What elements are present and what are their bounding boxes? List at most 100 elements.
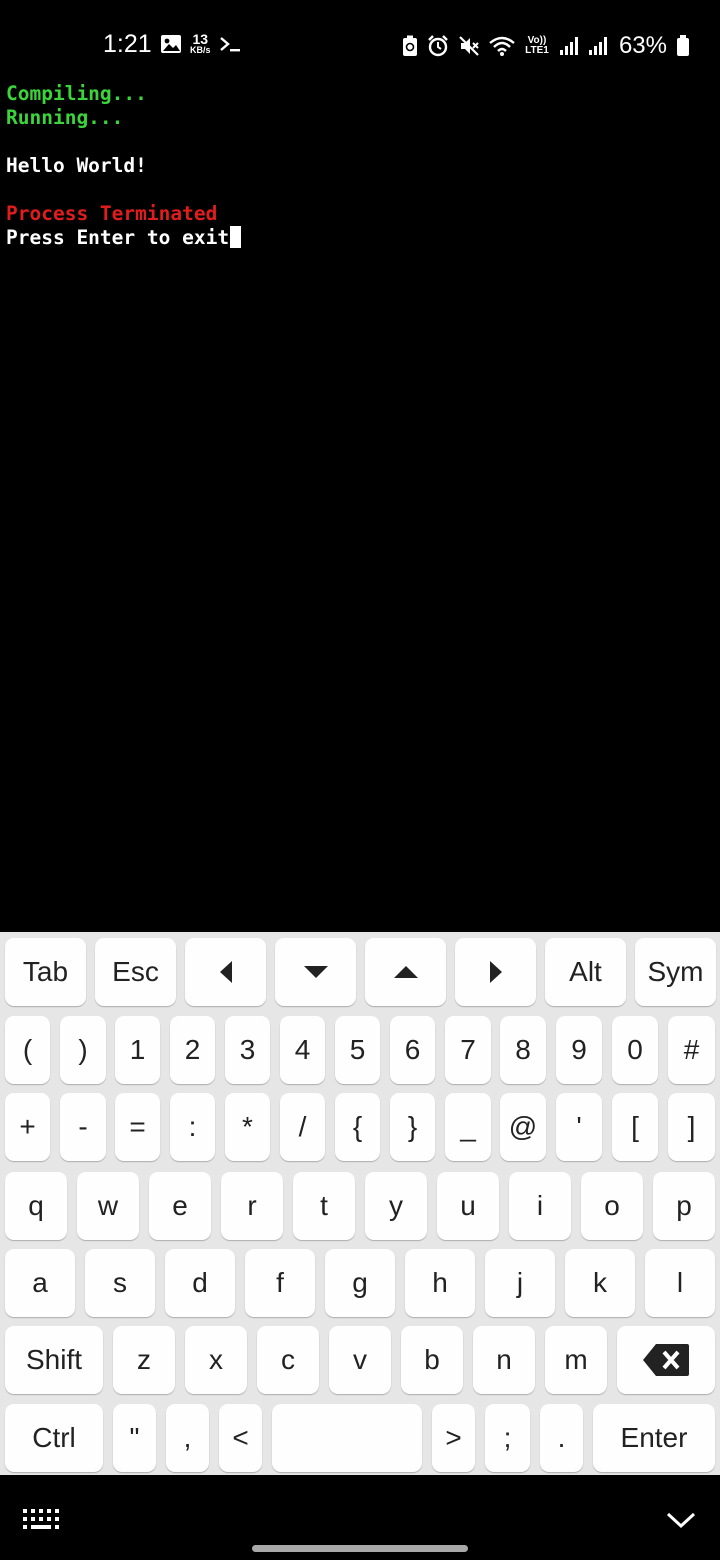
key-apostrophe[interactable]: ': [556, 1093, 602, 1161]
key-v[interactable]: v: [329, 1326, 391, 1394]
chevron-down-icon[interactable]: [666, 1511, 696, 1529]
arrow-right-icon: [488, 960, 504, 984]
key-tab[interactable]: Tab: [5, 938, 86, 1006]
terminal-line-terminated: Process Terminated: [6, 202, 218, 225]
key-y[interactable]: y: [365, 1172, 427, 1240]
battery-icon: [676, 35, 690, 57]
key-sym[interactable]: Sym: [635, 938, 716, 1006]
key-e[interactable]: e: [149, 1172, 211, 1240]
key-brace-close[interactable]: }: [390, 1093, 435, 1161]
key-0[interactable]: 0: [612, 1016, 658, 1084]
alarm-icon: [427, 35, 449, 57]
key-2[interactable]: 2: [170, 1016, 215, 1084]
key-b[interactable]: b: [401, 1326, 463, 1394]
prompt-text: Press Enter to exit: [6, 226, 230, 249]
terminal-output[interactable]: Compiling... Running... Hello World! Pro…: [0, 80, 720, 932]
signal-sim2-icon: [588, 36, 608, 56]
status-bar: 1:21 13 KB/s Vo)) LTE1 63%: [0, 0, 720, 80]
key-underscore[interactable]: _: [445, 1093, 491, 1161]
key-less-than[interactable]: <: [219, 1404, 262, 1472]
key-z[interactable]: z: [113, 1326, 175, 1394]
key-asterisk[interactable]: *: [225, 1093, 270, 1161]
wifi-icon: [489, 35, 515, 57]
key-bracket-close[interactable]: ]: [668, 1093, 715, 1161]
key-right[interactable]: [455, 938, 536, 1006]
key-left[interactable]: [185, 938, 266, 1006]
key-semicolon[interactable]: ;: [485, 1404, 530, 1472]
terminal-line-running: Running...: [6, 106, 124, 129]
key-7[interactable]: 7: [445, 1016, 491, 1084]
key-down[interactable]: [275, 938, 356, 1006]
key-i[interactable]: i: [509, 1172, 571, 1240]
key-paren-close[interactable]: ): [60, 1016, 106, 1084]
key-4[interactable]: 4: [280, 1016, 325, 1084]
key-d[interactable]: d: [165, 1249, 235, 1317]
key-k[interactable]: k: [565, 1249, 635, 1317]
key-plus[interactable]: +: [5, 1093, 50, 1161]
key-alt[interactable]: Alt: [545, 938, 626, 1006]
key-ctrl[interactable]: Ctrl: [5, 1404, 103, 1472]
volte-icon: Vo)) LTE1: [525, 35, 549, 56]
key-backspace[interactable]: [617, 1326, 715, 1394]
key-j[interactable]: j: [485, 1249, 555, 1317]
key-up[interactable]: [365, 938, 446, 1006]
backspace-icon: [642, 1343, 690, 1377]
mute-icon: [458, 35, 480, 57]
key-f[interactable]: f: [245, 1249, 315, 1317]
keyboard-icon[interactable]: [22, 1508, 60, 1532]
arrow-down-icon: [303, 964, 329, 980]
key-shift[interactable]: Shift: [5, 1326, 103, 1394]
key-colon[interactable]: :: [170, 1093, 215, 1161]
key-bracket-open[interactable]: [: [612, 1093, 658, 1161]
terminal-notification-icon: [219, 35, 241, 53]
text-cursor: [230, 226, 242, 248]
key-s[interactable]: s: [85, 1249, 155, 1317]
key-u[interactable]: u: [437, 1172, 499, 1240]
battery-saver-icon: [402, 35, 418, 57]
terminal-line-prompt: Press Enter to exit: [6, 226, 242, 250]
key-g[interactable]: g: [325, 1249, 395, 1317]
key-esc[interactable]: Esc: [95, 938, 176, 1006]
key-hash[interactable]: #: [668, 1016, 715, 1084]
key-c[interactable]: c: [257, 1326, 319, 1394]
key-m[interactable]: m: [545, 1326, 607, 1394]
navigation-bar: [0, 1475, 720, 1560]
key-l[interactable]: l: [645, 1249, 715, 1317]
key-minus[interactable]: -: [60, 1093, 106, 1161]
key-6[interactable]: 6: [390, 1016, 435, 1084]
terminal-line-hello: Hello World!: [6, 154, 147, 177]
key-3[interactable]: 3: [225, 1016, 270, 1084]
key-greater-than[interactable]: >: [432, 1404, 475, 1472]
key-h[interactable]: h: [405, 1249, 475, 1317]
key-o[interactable]: o: [581, 1172, 643, 1240]
network-speed: 13 KB/s: [190, 31, 211, 55]
key-5[interactable]: 5: [335, 1016, 380, 1084]
key-w[interactable]: w: [77, 1172, 139, 1240]
key-x[interactable]: x: [185, 1326, 247, 1394]
key-p[interactable]: p: [653, 1172, 715, 1240]
key-8[interactable]: 8: [500, 1016, 546, 1084]
key-t[interactable]: t: [293, 1172, 355, 1240]
key-brace-open[interactable]: {: [335, 1093, 380, 1161]
key-equals[interactable]: =: [115, 1093, 160, 1161]
key-space[interactable]: [272, 1404, 422, 1472]
key-quote[interactable]: ": [113, 1404, 156, 1472]
gallery-notification-icon: [160, 34, 182, 54]
extra-keys-keyboard: Tab Esc Alt Sym ( ) 1 2 3 4 5 6 7 8 9 0 …: [0, 932, 720, 1475]
key-9[interactable]: 9: [556, 1016, 602, 1084]
home-gesture-bar[interactable]: [252, 1545, 468, 1552]
key-enter[interactable]: Enter: [593, 1404, 715, 1472]
key-1[interactable]: 1: [115, 1016, 160, 1084]
battery-percent: 63%: [618, 32, 667, 59]
key-a[interactable]: a: [5, 1249, 75, 1317]
key-slash[interactable]: /: [280, 1093, 325, 1161]
key-comma[interactable]: ,: [166, 1404, 209, 1472]
key-at[interactable]: @: [500, 1093, 546, 1161]
signal-sim1-icon: [559, 36, 579, 56]
key-r[interactable]: r: [221, 1172, 283, 1240]
key-n[interactable]: n: [473, 1326, 535, 1394]
key-q[interactable]: q: [5, 1172, 67, 1240]
arrow-up-icon: [393, 964, 419, 980]
key-period[interactable]: .: [540, 1404, 583, 1472]
key-paren-open[interactable]: (: [5, 1016, 50, 1084]
